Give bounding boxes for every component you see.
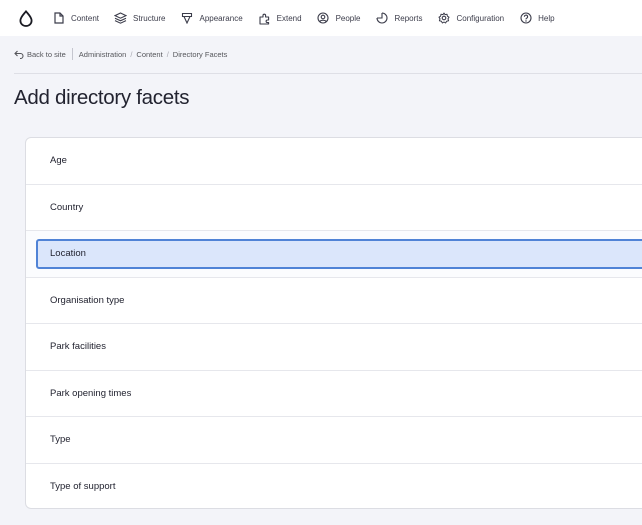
facet-item-age[interactable]: Age — [26, 138, 642, 185]
toolbar-item-content[interactable]: Content — [52, 0, 99, 36]
toolbar-item-label: Configuration — [456, 13, 505, 23]
facet-item-type-of-support[interactable]: Type of support — [26, 464, 642, 509]
toolbar-item-label: People — [335, 13, 361, 23]
structure-icon — [114, 12, 128, 25]
toolbar-item-extend[interactable]: Extend — [258, 0, 302, 36]
breadcrumb-separator: / — [130, 49, 133, 59]
facet-item-park-opening-times[interactable]: Park opening times — [26, 371, 642, 417]
toolbar-item-appearance[interactable]: Appearance — [181, 0, 243, 36]
facet-item-label: Location — [50, 248, 86, 260]
extend-icon — [258, 12, 271, 25]
admin-toolbar: Content Structure Appearance Extend Peop… — [0, 0, 642, 36]
facet-item-label: Country — [50, 201, 84, 213]
help-icon — [519, 12, 532, 25]
facet-item-type[interactable]: Type — [26, 417, 642, 464]
toolbar-item-label: Extend — [276, 13, 302, 23]
toolbar-item-label: Help — [538, 13, 555, 23]
toolbar-item-reports[interactable]: Reports — [375, 0, 423, 36]
breadcrumb-item-content[interactable]: Content — [136, 50, 162, 59]
back-to-site-link[interactable]: Back to site — [14, 49, 66, 59]
toolbar-item-label: Content — [71, 13, 100, 23]
people-icon — [317, 12, 330, 25]
reports-icon — [375, 12, 388, 25]
breadcrumb-item-administration[interactable]: Administration — [79, 50, 127, 59]
facet-list: Age Country Location Organisation type P… — [25, 137, 642, 509]
back-arrow-icon — [14, 49, 24, 59]
toolbar-item-configuration[interactable]: Configuration — [438, 0, 505, 36]
drupal-logo-icon[interactable] — [14, 6, 38, 30]
facet-item-label: Type of support — [50, 481, 116, 493]
toolbar-item-people[interactable]: People — [317, 0, 361, 36]
selection-highlight — [36, 239, 642, 269]
page-title: Add directory facets — [14, 86, 190, 109]
configuration-icon — [438, 12, 451, 25]
breadcrumb-divider — [71, 48, 73, 60]
facet-item-country[interactable]: Country — [26, 185, 642, 231]
content-icon — [52, 12, 65, 25]
facet-item-label: Park opening times — [50, 387, 132, 399]
appearance-icon — [181, 12, 194, 25]
header-divider — [14, 73, 642, 74]
breadcrumb: Back to site Administration / Content / … — [14, 42, 642, 66]
toolbar-item-structure[interactable]: Structure — [114, 0, 166, 36]
facet-item-park-facilities[interactable]: Park facilities — [26, 324, 642, 371]
facet-item-label: Type — [50, 434, 71, 446]
facet-item-label: Organisation type — [50, 294, 125, 306]
toolbar-item-label: Reports — [394, 13, 423, 23]
facet-item-label: Park facilities — [50, 341, 106, 353]
facet-item-location[interactable]: Location — [26, 231, 642, 278]
facet-item-label: Age — [50, 155, 67, 167]
toolbar-item-label: Appearance — [199, 13, 243, 23]
back-to-site-label: Back to site — [27, 49, 66, 59]
facet-item-organisation-type[interactable]: Organisation type — [26, 278, 642, 324]
breadcrumb-item-directory-facets[interactable]: Directory Facets — [173, 50, 228, 59]
toolbar-item-help[interactable]: Help — [519, 0, 555, 36]
breadcrumb-separator: / — [166, 49, 169, 59]
toolbar-item-label: Structure — [133, 13, 166, 23]
